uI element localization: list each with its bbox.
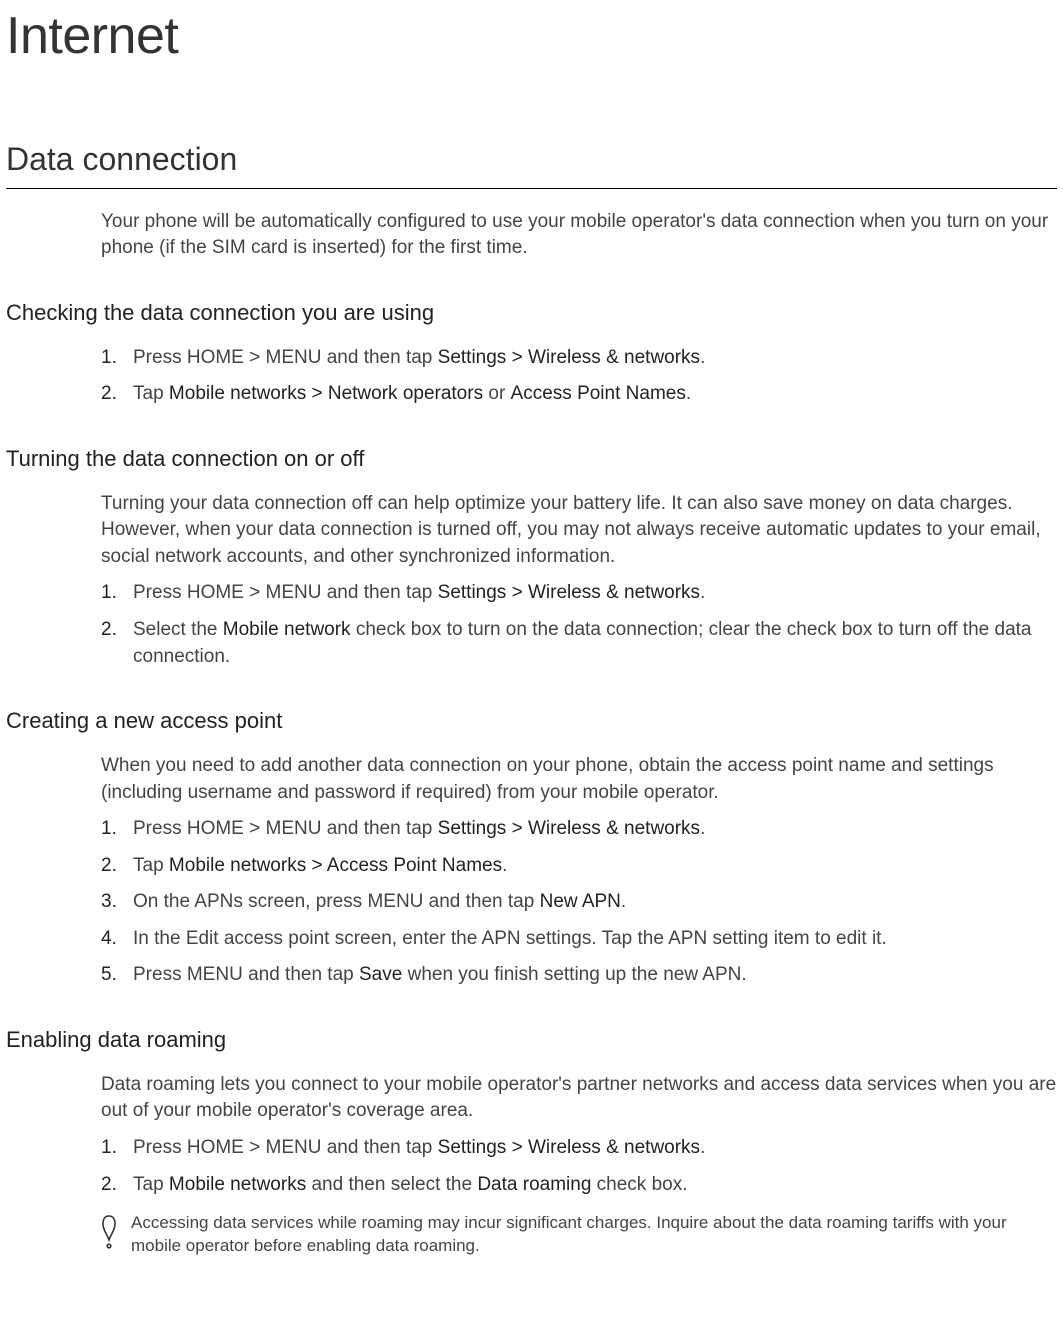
step-text: check box.: [591, 1174, 687, 1195]
step-text: Press HOME > MENU and then tap: [133, 582, 438, 603]
step-text: Press HOME > MENU and then tap: [133, 347, 438, 368]
step-bold: Data roaming: [477, 1174, 591, 1195]
roaming-paragraph: Data roaming lets you connect to your mo…: [101, 1072, 1057, 1125]
step-number: 1.: [101, 580, 117, 607]
step-text: Tap: [133, 855, 169, 876]
creating-steps: 1. Press HOME > MENU and then tap Settin…: [101, 816, 1057, 989]
note-callout: Accessing data services while roaming ma…: [101, 1212, 1057, 1259]
page-title: Internet: [6, 0, 1057, 73]
step-bold: Mobile networks > Access Point Names: [169, 855, 502, 876]
step-number: 2.: [101, 853, 117, 880]
step-text: .: [700, 347, 705, 368]
list-item: 1. Press HOME > MENU and then tap Settin…: [101, 580, 1057, 607]
list-item: 1. Press HOME > MENU and then tap Settin…: [101, 816, 1057, 843]
step-text: Press HOME > MENU and then tap: [133, 818, 438, 839]
exclamation-icon: [101, 1214, 117, 1259]
step-text: and then select the: [306, 1174, 477, 1195]
step-text: Press MENU and then tap: [133, 964, 359, 985]
step-bold: Mobile networks > Network operators: [169, 383, 483, 404]
intro-paragraph: Your phone will be automatically configu…: [101, 209, 1057, 262]
step-text: .: [700, 818, 705, 839]
turning-paragraph: Turning your data connection off can hel…: [101, 491, 1057, 571]
step-text: Select the: [133, 619, 223, 640]
step-bold: Settings > Wireless & networks: [438, 582, 700, 603]
subheading-roaming: Enabling data roaming: [6, 1025, 1057, 1056]
step-text: .: [700, 1137, 705, 1158]
note-text: Accessing data services while roaming ma…: [131, 1212, 1057, 1258]
step-text: when you finish setting up the new APN.: [402, 964, 746, 985]
step-text: .: [686, 383, 691, 404]
step-text: Tap: [133, 1174, 169, 1195]
list-item: 3. On the APNs screen, press MENU and th…: [101, 889, 1057, 916]
creating-paragraph: When you need to add another data connec…: [101, 753, 1057, 806]
step-text: .: [502, 855, 507, 876]
step-text: .: [621, 891, 626, 912]
step-bold: Settings > Wireless & networks: [438, 818, 700, 839]
step-number: 1.: [101, 345, 117, 372]
step-number: 1.: [101, 816, 117, 843]
section-heading-data-connection: Data connection: [6, 137, 1057, 189]
step-text: .: [700, 582, 705, 603]
subheading-checking: Checking the data connection you are usi…: [6, 298, 1057, 329]
step-number: 1.: [101, 1135, 117, 1162]
list-item: 1. Press HOME > MENU and then tap Settin…: [101, 1135, 1057, 1162]
checking-steps: 1. Press HOME > MENU and then tap Settin…: [101, 345, 1057, 408]
step-text: On the APNs screen, press MENU and then …: [133, 891, 540, 912]
step-bold: New APN: [540, 891, 621, 912]
list-item: 2. Tap Mobile networks > Network operato…: [101, 381, 1057, 408]
list-item: 2. Select the Mobile network check box t…: [101, 617, 1057, 670]
list-item: 2. Tap Mobile networks and then select t…: [101, 1172, 1057, 1199]
step-text: In the Edit access point screen, enter t…: [133, 928, 887, 949]
step-bold: Settings > Wireless & networks: [438, 347, 700, 368]
step-number: 3.: [101, 889, 117, 916]
step-text: Tap: [133, 383, 169, 404]
step-bold: Save: [359, 964, 402, 985]
list-item: 2. Tap Mobile networks > Access Point Na…: [101, 853, 1057, 880]
step-bold: Mobile networks: [169, 1174, 306, 1195]
list-item: 1. Press HOME > MENU and then tap Settin…: [101, 345, 1057, 372]
subheading-turning: Turning the data connection on or off: [6, 444, 1057, 475]
step-text: or: [483, 383, 510, 404]
roaming-steps: 1. Press HOME > MENU and then tap Settin…: [101, 1135, 1057, 1198]
step-number: 2.: [101, 1172, 117, 1199]
step-number: 2.: [101, 381, 117, 408]
step-bold: Settings > Wireless & networks: [438, 1137, 700, 1158]
step-number: 4.: [101, 926, 117, 953]
list-item: 4. In the Edit access point screen, ente…: [101, 926, 1057, 953]
step-text: Press HOME > MENU and then tap: [133, 1137, 438, 1158]
step-bold: Mobile network: [223, 619, 351, 640]
turning-steps: 1. Press HOME > MENU and then tap Settin…: [101, 580, 1057, 670]
step-number: 2.: [101, 617, 117, 644]
step-bold: Access Point Names: [511, 383, 686, 404]
subheading-creating: Creating a new access point: [6, 706, 1057, 737]
list-item: 5. Press MENU and then tap Save when you…: [101, 962, 1057, 989]
step-number: 5.: [101, 962, 117, 989]
